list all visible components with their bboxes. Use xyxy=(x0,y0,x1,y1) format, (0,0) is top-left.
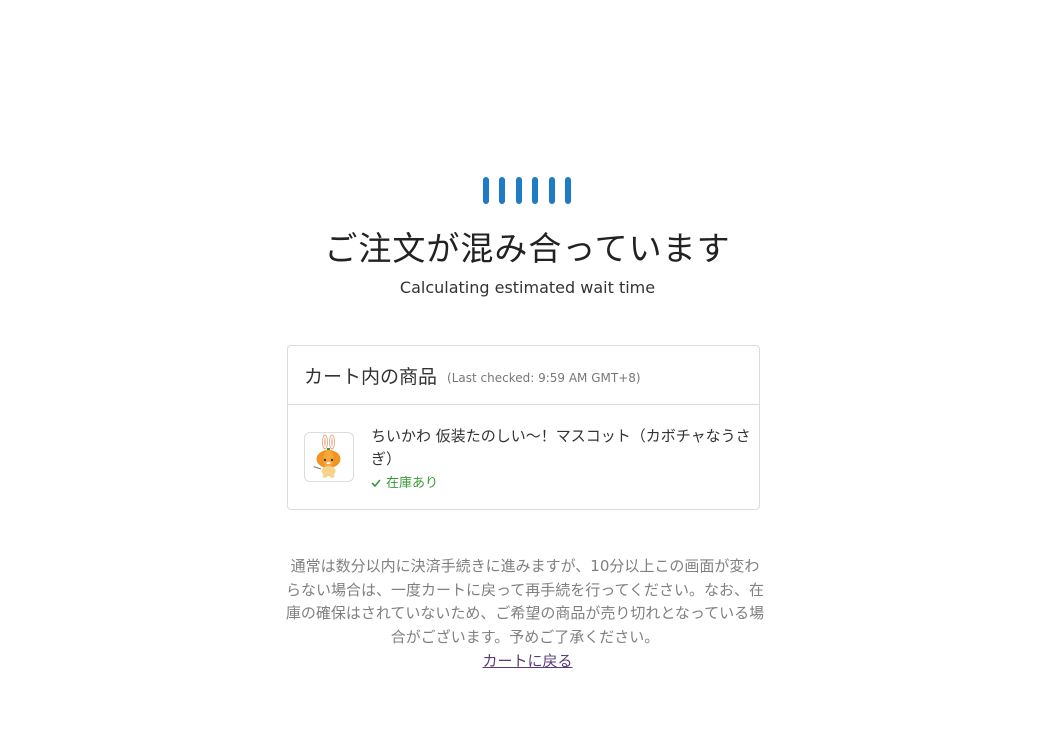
stock-label: 在庫あり xyxy=(386,476,439,491)
wait-time-status: Calculating estimated wait time xyxy=(399,278,656,297)
loading-bar xyxy=(548,177,555,204)
loading-spinner xyxy=(483,177,571,204)
queue-notice: 通常は数分以内に決済手続きに進みますが、10分以上この画面が変わらない場合は、一… xyxy=(284,555,766,649)
stock-status: 在庫あり xyxy=(371,472,438,491)
pumpkin-rabbit-mascot-icon xyxy=(304,432,354,482)
loading-bar xyxy=(499,177,506,204)
cart-heading: カート内の商品 xyxy=(304,365,438,388)
cart-card-header: カート内の商品 (Last checked: 9:59 AM GMT+8) xyxy=(288,346,759,405)
cart-item: ちいかわ 仮装たのしい〜！マスコット（カボチャなうさぎ） 在庫あり xyxy=(288,405,759,509)
queue-page: ご注文が混み合っています Calculating estimated wait … xyxy=(0,0,1055,752)
cart-summary-card: カート内の商品 (Last checked: 9:59 AM GMT+8) ちい… xyxy=(287,345,760,510)
loading-bar xyxy=(532,177,539,204)
back-link-container: カートに戻る xyxy=(0,650,1055,671)
loading-bar xyxy=(564,177,571,204)
loading-bar xyxy=(515,177,522,204)
cart-item-name: ちいかわ 仮装たのしい〜！マスコット（カボチャなうさぎ） xyxy=(371,427,751,468)
check-icon xyxy=(371,477,381,487)
loading-bar xyxy=(483,177,489,204)
back-to-cart-link[interactable]: カートに戻る xyxy=(482,652,572,670)
last-checked-time: (Last checked: 9:59 AM GMT+8) xyxy=(447,370,641,385)
notice-text: 通常は数分以内に決済手続きに進みますが、10分以上この画面が変わらない場合は、一… xyxy=(285,557,765,646)
page-title: ご注文が混み合っています xyxy=(324,229,731,268)
